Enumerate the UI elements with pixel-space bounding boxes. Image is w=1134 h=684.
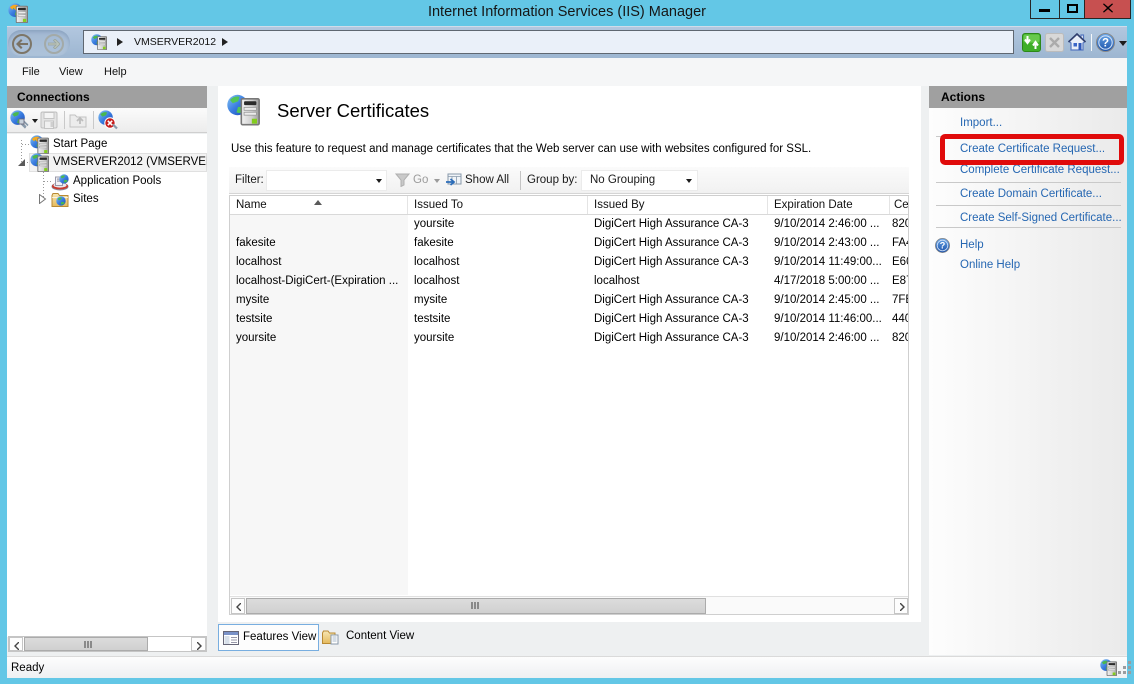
svg-text:?: ? — [940, 241, 946, 251]
svg-text:?: ? — [1102, 38, 1109, 50]
